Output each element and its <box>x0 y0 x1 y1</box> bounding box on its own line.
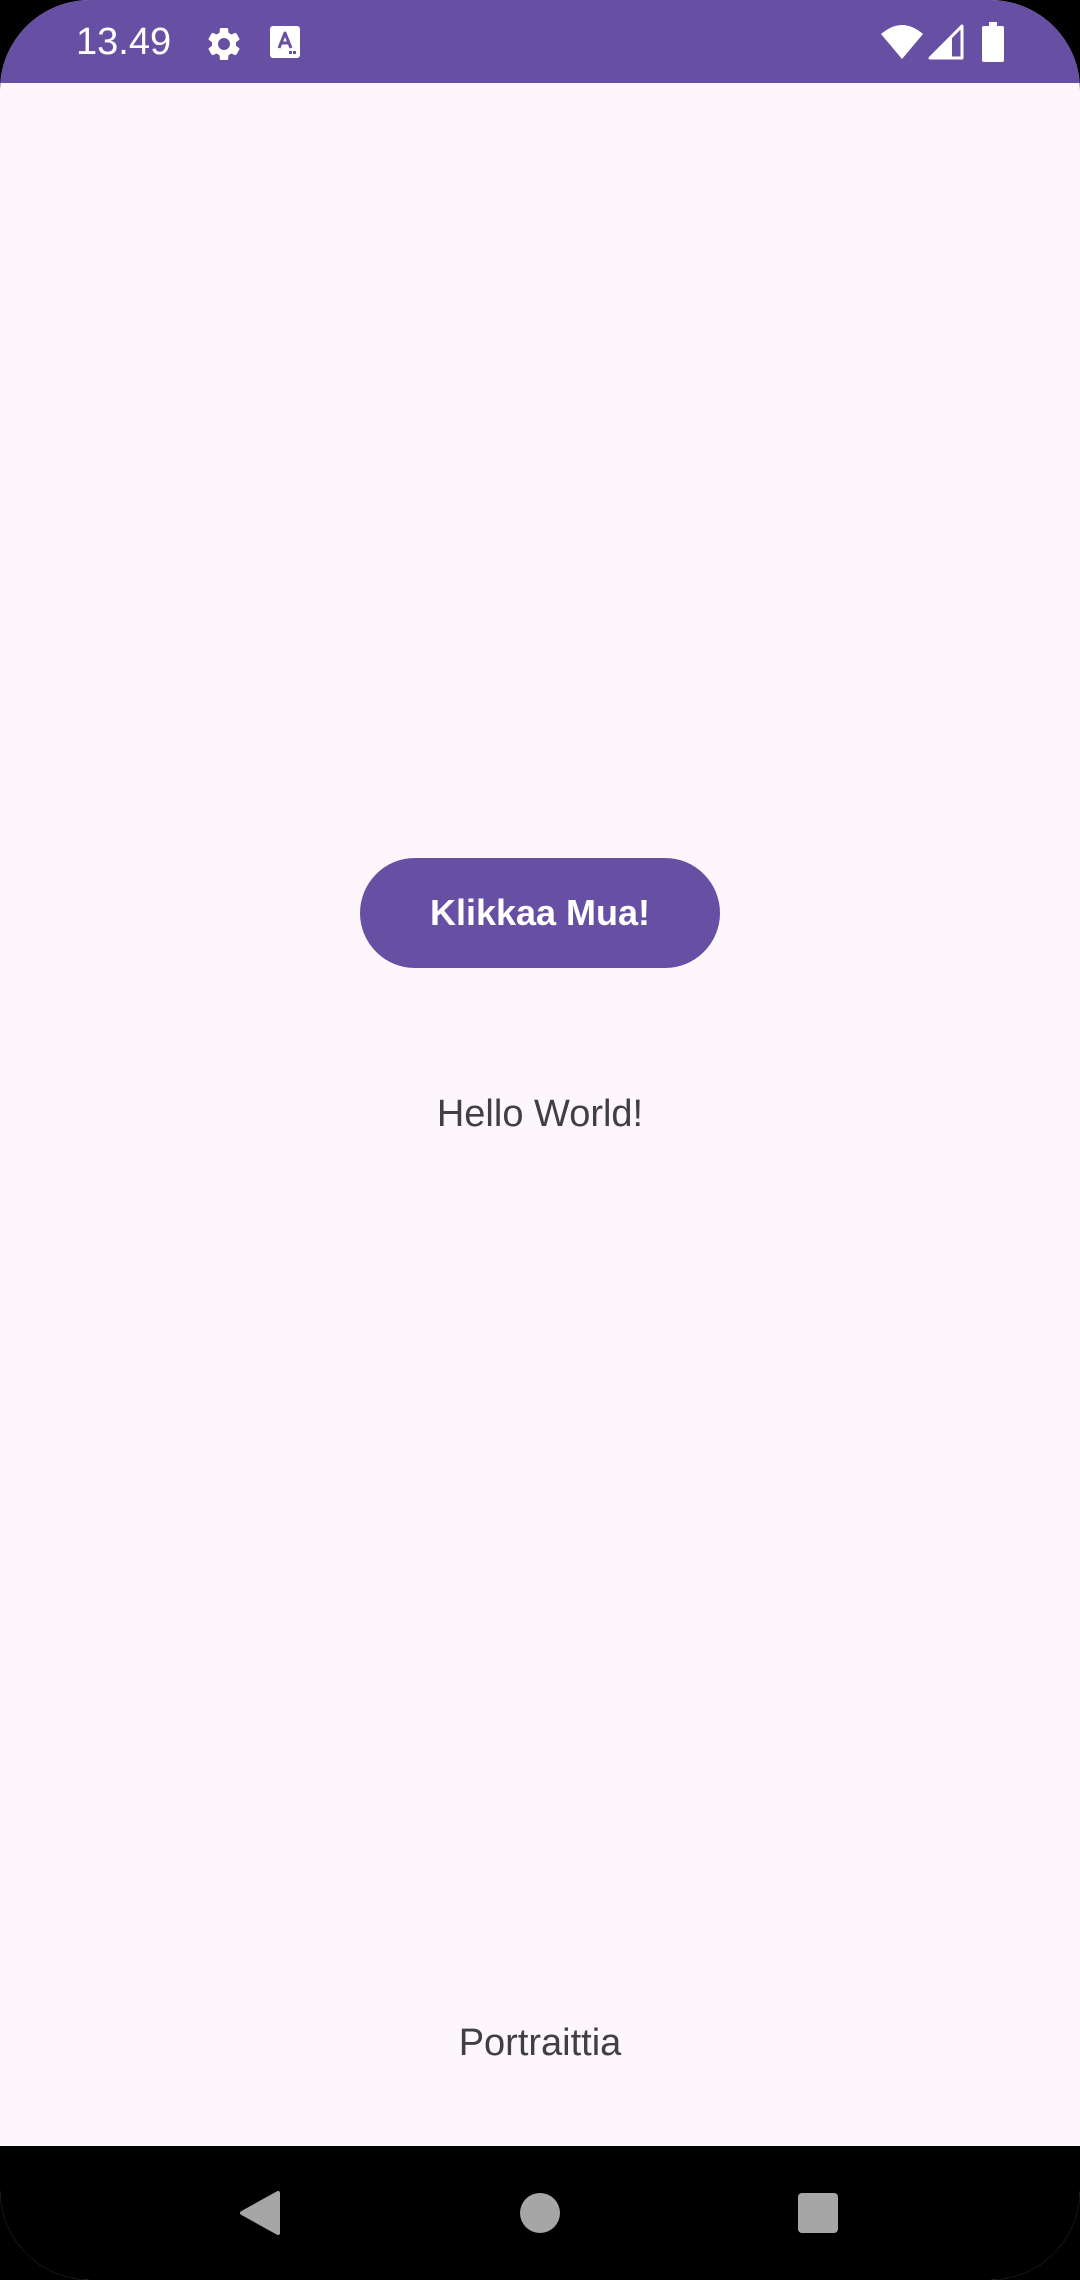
back-icon <box>240 2191 280 2235</box>
nav-home-button[interactable] <box>460 2146 620 2280</box>
status-bar: 13.49 <box>0 0 1080 83</box>
navigation-bar <box>0 2146 1080 2280</box>
gear-icon <box>208 27 240 60</box>
home-icon <box>520 2193 560 2233</box>
main-content: Klikkaa Mua! Hello World! Portraittia <box>0 83 1080 2146</box>
hello-world-text: Hello World! <box>436 1093 644 1135</box>
wifi-icon <box>881 25 923 59</box>
battery-icon <box>982 22 1004 62</box>
cellular-signal-icon <box>928 24 964 60</box>
orientation-label: Portraittia <box>458 2022 622 2064</box>
recents-icon <box>798 2193 838 2233</box>
click-me-button[interactable]: Klikkaa Mua! <box>360 858 720 968</box>
nav-recents-button[interactable] <box>738 2146 898 2280</box>
phone-screen: 13.49 Klikkaa Mua! Hello World! Portrait… <box>0 0 1080 2280</box>
status-time: 13.49 <box>76 21 172 63</box>
keyboard-a-icon <box>270 26 300 58</box>
nav-back-button[interactable] <box>180 2146 340 2280</box>
